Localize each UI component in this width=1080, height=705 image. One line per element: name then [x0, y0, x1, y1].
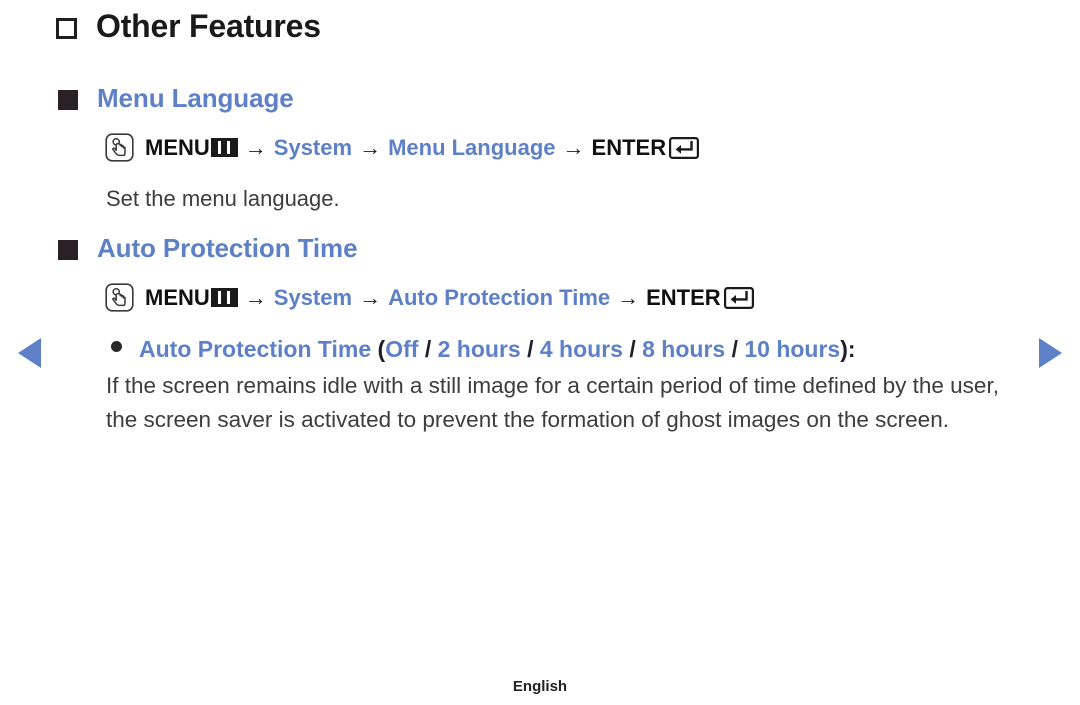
option-value-off: Off [385, 336, 419, 362]
option-open-paren: ( [377, 336, 386, 362]
arrow-right-icon[interactable] [1039, 338, 1062, 368]
option-value-4-hours: 4 hours [539, 336, 623, 362]
subsection-title-text: Auto Protection Time [97, 233, 358, 263]
path-step-system: System [273, 134, 353, 160]
option-value-2-hours: 2 hours [437, 336, 521, 362]
path-arrow-2: → [359, 134, 382, 160]
menu-path-auto-protection-time: MENU → System → Auto Protection Time → E… [105, 283, 754, 312]
path-arrow-2: → [359, 284, 382, 310]
enter-label: ENTER [646, 284, 721, 310]
enter-return-icon [723, 286, 754, 309]
option-close-paren: ) [840, 336, 848, 362]
description-auto-protection-time: If the screen remains idle with a still … [106, 373, 999, 432]
arrow-left-icon[interactable] [18, 338, 41, 368]
hollow-square-icon [56, 17, 77, 39]
menu-label: MENU [145, 134, 210, 160]
path-arrow-3: → [562, 134, 585, 160]
page-title: Other Features [56, 10, 321, 42]
footer-language-label: English [512, 678, 568, 695]
path-step-menu-language: Menu Language [388, 134, 556, 160]
menu-path-menu-language: MENU → System → Menu Language → ENTER [105, 133, 700, 162]
description-menu-language: Set the menu language. [106, 186, 340, 211]
menu-label: MENU [145, 284, 210, 310]
menu-grid-icon [210, 138, 238, 157]
subsection-heading-auto-protection-time: Auto Protection Time [58, 233, 358, 263]
remote-press-icon [105, 283, 134, 312]
path-step-auto-protection-time: Auto Protection Time [388, 284, 611, 310]
option-value-10-hours: 10 hours [744, 336, 841, 362]
subsection-heading-menu-language: Menu Language [58, 85, 294, 111]
subsection-title-text: Menu Language [97, 83, 294, 113]
option-name: Auto Protection Time [139, 336, 372, 362]
path-arrow-3: → [617, 284, 640, 310]
section-title-text: Other Features [96, 8, 321, 44]
option-line-auto-protection-time: Auto Protection Time ( Off / 2 hours / 4… [111, 336, 856, 363]
solid-square-icon [58, 239, 78, 260]
path-arrow-1: → [244, 284, 267, 310]
manual-page: Other Features Menu Language MENU → Syst… [0, 0, 1080, 705]
path-arrow-1: → [244, 134, 267, 160]
option-colon: : [847, 336, 856, 362]
remote-press-icon [105, 133, 134, 162]
path-step-system: System [273, 284, 353, 310]
enter-label: ENTER [591, 134, 667, 160]
option-value-8-hours: 8 hours [642, 336, 726, 362]
menu-grid-icon [210, 288, 238, 307]
bullet-dot-icon [111, 341, 122, 352]
enter-return-icon [669, 136, 700, 159]
solid-square-icon [58, 89, 78, 110]
